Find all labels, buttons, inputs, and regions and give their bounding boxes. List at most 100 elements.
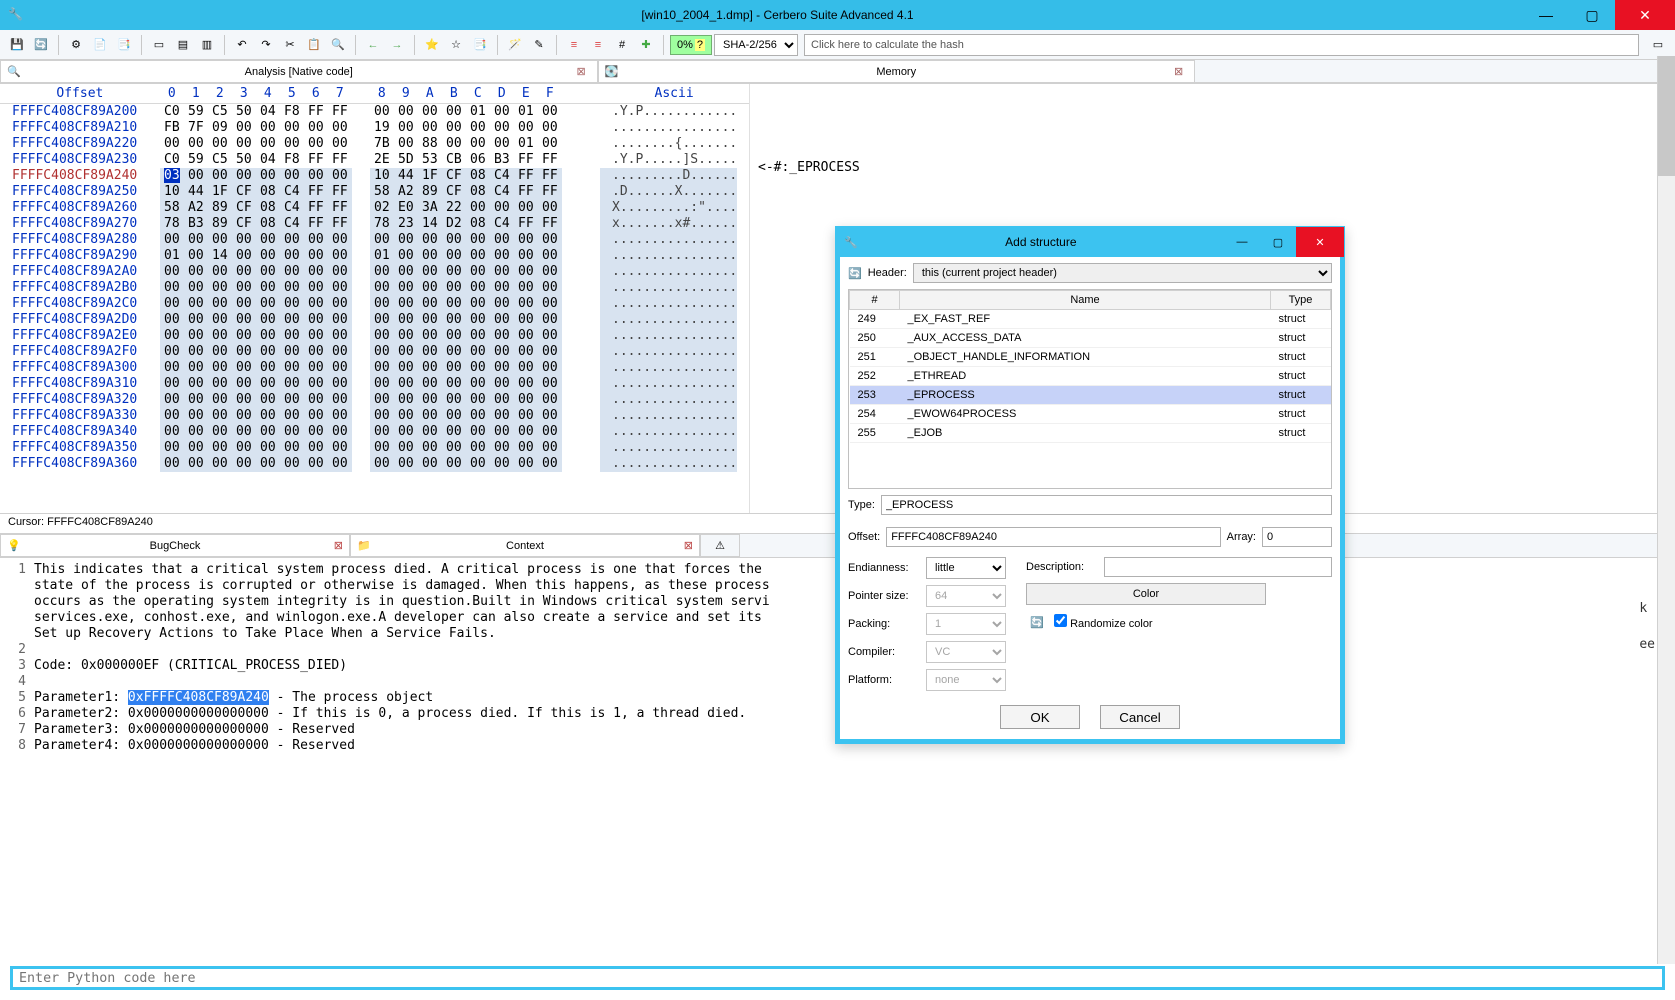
hash-algo-select[interactable]: SHA-2/256 <box>714 34 798 56</box>
bars1-icon[interactable]: ≡ <box>563 34 585 56</box>
hex-row[interactable]: FFFFC408CF89A27078B389CF08C4FFFF782314D2… <box>0 216 749 232</box>
tab-bugcheck[interactable]: 💡 BugCheck ⊠ <box>0 534 350 557</box>
close-tab-icon[interactable]: ⊠ <box>684 539 693 552</box>
bookmarks-icon[interactable]: 📑 <box>469 34 491 56</box>
randomize-checkbox[interactable] <box>1054 614 1067 627</box>
hex-row[interactable]: FFFFC408CF89A2A0000000000000000000000000… <box>0 264 749 280</box>
close-tab-icon[interactable]: ⊠ <box>334 539 343 552</box>
cancel-button[interactable]: Cancel <box>1100 705 1180 729</box>
refresh-color-icon[interactable]: 🔄 <box>1026 611 1048 633</box>
hex-row[interactable]: FFFFC408CF89A240030000000000000010441FCF… <box>0 168 749 184</box>
redo-icon[interactable]: ↷ <box>255 34 277 56</box>
hex-row[interactable]: FFFFC408CF89A350000000000000000000000000… <box>0 440 749 456</box>
gear-icon[interactable]: ⚙ <box>65 34 87 56</box>
hex-row[interactable]: FFFFC408CF89A2E0000000000000000000000000… <box>0 328 749 344</box>
window-icon[interactable]: ▭ <box>148 34 170 56</box>
packing-select: 1 <box>926 613 1006 635</box>
hash-output[interactable]: Click here to calculate the hash <box>804 34 1639 56</box>
hex-row[interactable]: FFFFC408CF89A340000000000000000000000000… <box>0 424 749 440</box>
type-input[interactable] <box>881 495 1332 515</box>
hex-row[interactable]: FFFFC408CF89A2F0000000000000000000000000… <box>0 344 749 360</box>
table-row[interactable]: 249_EX_FAST_REFstruct <box>850 310 1331 329</box>
side-truncated-text: k ee <box>1639 600 1655 654</box>
find-icon[interactable]: 🔍 <box>327 34 349 56</box>
search-icon: 🔍 <box>7 65 21 78</box>
table-row[interactable]: 252_ETHREADstruct <box>850 367 1331 386</box>
save-icon[interactable]: 💾 <box>6 34 28 56</box>
tab-analysis[interactable]: 🔍 Analysis [Native code] ⊠ <box>0 60 598 83</box>
close-button[interactable]: ✕ <box>1615 0 1675 30</box>
hex-row[interactable]: FFFFC408CF89A200C059C55004F8FFFF00000000… <box>0 104 749 120</box>
hex-row[interactable]: FFFFC408CF89A300000000000000000000000000… <box>0 360 749 376</box>
vertical-scrollbar[interactable] <box>1657 56 1675 964</box>
bars2-icon[interactable]: ≡ <box>587 34 609 56</box>
hex-row[interactable]: FFFFC408CF89A25010441FCF08C4FFFF58A289CF… <box>0 184 749 200</box>
hex-row[interactable]: FFFFC408CF89A360000000000000000000000000… <box>0 456 749 472</box>
table-row[interactable]: 251_OBJECT_HANDLE_INFORMATIONstruct <box>850 348 1331 367</box>
hex-row[interactable]: FFFFC408CF89A320000000000000000000000000… <box>0 392 749 408</box>
back-icon[interactable]: ← <box>362 34 384 56</box>
hex-row[interactable]: FFFFC408CF89A2B0000000000000000000000000… <box>0 280 749 296</box>
cut-icon[interactable]: ✂ <box>279 34 301 56</box>
hex-row[interactable]: FFFFC408CF89A26058A289CF08C4FFFF02E03A22… <box>0 200 749 216</box>
header-select[interactable]: this (current project header) <box>913 263 1332 283</box>
endianness-select[interactable]: little <box>926 557 1006 579</box>
bookmark-icon[interactable]: ☆ <box>445 34 467 56</box>
pencil-icon[interactable]: ✎ <box>528 34 550 56</box>
tab-memory[interactable]: 💽 Memory ⊠ <box>598 60 1196 83</box>
dialog-maximize-button[interactable]: ▢ <box>1260 227 1296 257</box>
dialog-title: Add structure <box>858 235 1224 249</box>
undo-icon[interactable]: ↶ <box>231 34 253 56</box>
dialog-icon: 🔧 <box>844 236 858 249</box>
hex-row[interactable]: FFFFC408CF89A290010014000000000001000000… <box>0 248 749 264</box>
plus-icon[interactable]: ✚ <box>635 34 657 56</box>
structure-table[interactable]: # Name Type 249_EX_FAST_REFstruct250_AUX… <box>848 289 1332 489</box>
dialog-close-button[interactable]: ✕ <box>1296 227 1344 257</box>
hex-row[interactable]: FFFFC408CF89A280000000000000000000000000… <box>0 232 749 248</box>
panel-toggle-icon[interactable]: ▭ <box>1647 34 1669 56</box>
maximize-button[interactable]: ▢ <box>1569 0 1615 30</box>
close-tab-icon[interactable]: ⊠ <box>1174 65 1188 79</box>
color-button[interactable]: Color <box>1026 583 1266 605</box>
table-row[interactable]: 255_EJOBstruct <box>850 424 1331 443</box>
doc-icon[interactable]: 📄 <box>89 34 111 56</box>
warning-icon: ⚠ <box>715 539 725 552</box>
hex-row[interactable]: FFFFC408CF89A210FB7F09000000000019000000… <box>0 120 749 136</box>
tile-icon[interactable]: ▥ <box>196 34 218 56</box>
hash-icon[interactable]: # <box>611 34 633 56</box>
python-console[interactable] <box>10 966 1665 990</box>
dialog-minimize-button[interactable]: — <box>1224 227 1260 257</box>
description-input[interactable] <box>1104 557 1332 577</box>
progress-indicator: 0%? <box>670 35 712 55</box>
array-input[interactable] <box>1262 527 1332 547</box>
byte-columns: 0123456789ABCDEF <box>160 86 599 101</box>
tab-context[interactable]: 📁 Context ⊠ <box>350 534 700 557</box>
hex-row[interactable]: FFFFC408CF89A330000000000000000000000000… <box>0 408 749 424</box>
hex-viewer[interactable]: Offset 0123456789ABCDEF Ascii FFFFC408CF… <box>0 84 750 513</box>
table-row[interactable]: 253_EPROCESSstruct <box>850 386 1331 405</box>
bulb-icon: 💡 <box>7 539 21 552</box>
close-tab-icon[interactable]: ⊠ <box>577 65 591 79</box>
bookmark-add-icon[interactable]: ⭐ <box>421 34 443 56</box>
forward-icon[interactable]: → <box>386 34 408 56</box>
docs-icon[interactable]: 📑 <box>113 34 135 56</box>
platform-select: none <box>926 669 1006 691</box>
warning-tab[interactable]: ⚠ <box>700 534 740 557</box>
wand-icon[interactable]: 🪄 <box>504 34 526 56</box>
offset-input[interactable] <box>886 527 1220 547</box>
layout-icon[interactable]: ▤ <box>172 34 194 56</box>
minimize-button[interactable]: — <box>1523 0 1569 30</box>
ok-button[interactable]: OK <box>1000 705 1080 729</box>
hex-row[interactable]: FFFFC408CF89A2D0000000000000000000000000… <box>0 312 749 328</box>
refresh-icon[interactable]: 🔄 <box>848 267 862 280</box>
hex-row[interactable]: FFFFC408CF89A2C0000000000000000000000000… <box>0 296 749 312</box>
hex-row[interactable]: FFFFC408CF89A22000000000000000007B008800… <box>0 136 749 152</box>
window-title: [win10_2004_1.dmp] - Cerbero Suite Advan… <box>32 8 1523 22</box>
copy-icon[interactable]: 📋 <box>303 34 325 56</box>
python-input[interactable] <box>13 969 1662 987</box>
hex-row[interactable]: FFFFC408CF89A230C059C55004F8FFFF2E5D53CB… <box>0 152 749 168</box>
table-row[interactable]: 250_AUX_ACCESS_DATAstruct <box>850 329 1331 348</box>
reload-icon[interactable]: 🔄 <box>30 34 52 56</box>
hex-row[interactable]: FFFFC408CF89A310000000000000000000000000… <box>0 376 749 392</box>
table-row[interactable]: 254_EWOW64PROCESSstruct <box>850 405 1331 424</box>
